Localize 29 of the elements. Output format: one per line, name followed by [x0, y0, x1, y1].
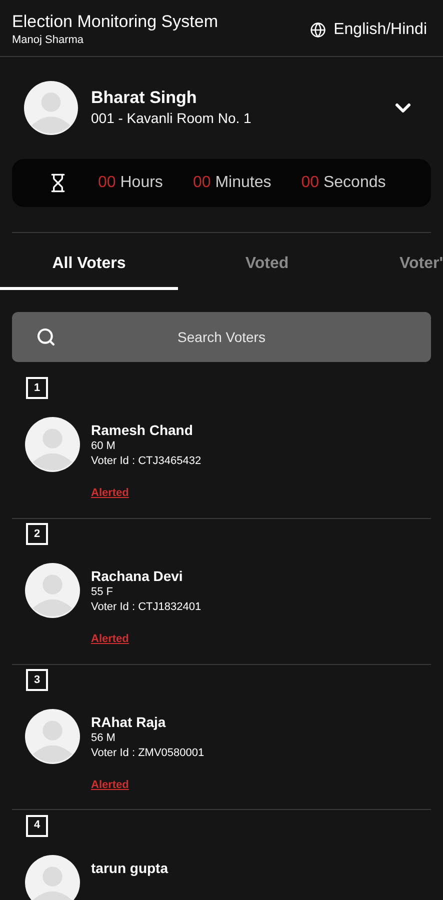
booth-name: 001 - Kavanli Room No. 1: [91, 109, 252, 128]
language-button[interactable]: English/Hindi: [310, 18, 431, 42]
user-name: Manoj Sharma: [12, 33, 85, 48]
row-number: 4: [26, 814, 48, 836]
voter-name: tarun gupta: [91, 858, 168, 876]
voter-name: Ramesh Chand: [91, 421, 194, 440]
row-number: 3: [26, 668, 48, 691]
row-number: 2: [26, 523, 48, 545]
timer-value: 00 Hours: [98, 173, 163, 193]
voter-id: Voter Id : CTJ1832401: [91, 600, 202, 615]
timer-value: 00 Minutes: [192, 173, 272, 193]
voter-name: Rachana Devi: [91, 567, 184, 585]
age-gender: 60 M: [91, 439, 116, 454]
row-number: 1: [26, 377, 48, 400]
tab[interactable]: Voter': [356, 241, 443, 290]
voter-name: RAhat Raja: [91, 712, 167, 731]
timer-value: 00 Seconds: [301, 173, 386, 193]
officer-name: Bharat Singh: [91, 88, 198, 108]
tab[interactable]: Voted: [178, 241, 356, 290]
status-link[interactable]: Alerted: [91, 776, 204, 794]
age-gender: 55 F: [91, 585, 114, 600]
status-link[interactable]: Alerted: [91, 485, 202, 502]
voter-id: Voter Id : CTJ3465432: [91, 454, 202, 470]
age-gender: 56 M: [91, 730, 116, 746]
app-title: Election Monitoring System: [12, 12, 218, 32]
search-field[interactable]: Search Voters: [12, 312, 431, 362]
voter-id: Voter Id : ZMV0580001: [91, 746, 204, 761]
status-link[interactable]: Alerted: [91, 631, 202, 648]
tab[interactable]: All Voters: [0, 241, 178, 290]
